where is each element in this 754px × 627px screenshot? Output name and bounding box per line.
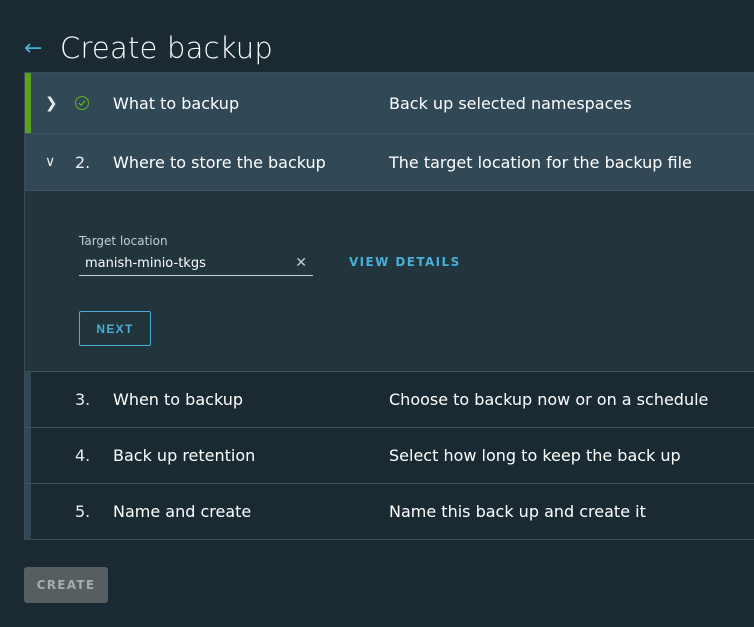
step-name: Back up retention: [113, 446, 256, 465]
target-location-label: Target location: [79, 234, 168, 248]
create-button[interactable]: CREATE: [24, 567, 108, 603]
step-status-bar: [25, 372, 31, 427]
step-number: 5.: [75, 502, 91, 521]
stepper: ❯ What to backup Back up selected namesp…: [24, 72, 754, 540]
step-description: Name this back up and create it: [389, 502, 646, 521]
target-location-field[interactable]: manish-minio-tkgs ✕: [79, 251, 313, 276]
step-name: What to backup: [113, 93, 240, 113]
page-title: Create backup: [60, 31, 273, 65]
step-status: [75, 96, 113, 110]
step-what-to-backup[interactable]: ❯ What to backup Back up selected namesp…: [25, 73, 754, 134]
next-button[interactable]: NEXT: [79, 311, 151, 346]
chevron-down-icon[interactable]: ∨: [25, 154, 75, 170]
step-name-and-create[interactable]: 5. Name and create Name this back up and…: [25, 484, 754, 539]
step-status-bar: [25, 428, 31, 483]
step-content: Target location manish-minio-tkgs ✕ VIEW…: [25, 191, 754, 372]
step-description: Select how long to keep the back up: [389, 446, 681, 465]
step-description: The target location for the backup file: [389, 152, 692, 172]
step-where-to-store[interactable]: ∨ 2. Where to store the backup The targe…: [25, 134, 754, 191]
step-number: 2.: [75, 152, 91, 172]
view-details-link[interactable]: VIEW DETAILS: [349, 255, 461, 269]
target-location-value[interactable]: manish-minio-tkgs: [79, 256, 206, 271]
arrow-left-icon[interactable]: ←: [24, 28, 52, 68]
step-name: When to backup: [113, 390, 244, 409]
step-number: 4.: [75, 446, 91, 465]
step-name: Name and create: [113, 502, 252, 521]
step-when-to-backup[interactable]: 3. When to backup Choose to backup now o…: [25, 372, 754, 428]
step-description: Back up selected namespaces: [389, 93, 632, 113]
step-status-bar: [25, 134, 31, 190]
check-circle-icon: [75, 96, 89, 110]
step-back-up-retention[interactable]: 4. Back up retention Select how long to …: [25, 428, 754, 484]
page-header: ← Create backup: [24, 28, 273, 68]
step-name: Where to store the backup: [113, 152, 326, 172]
step-description: Choose to backup now or on a schedule: [389, 390, 709, 409]
step-number: 3.: [75, 390, 91, 409]
clear-icon[interactable]: ✕: [295, 255, 313, 271]
step-status-bar: [25, 73, 31, 133]
step-status-bar: [25, 484, 31, 539]
chevron-right-icon[interactable]: ❯: [25, 94, 75, 112]
